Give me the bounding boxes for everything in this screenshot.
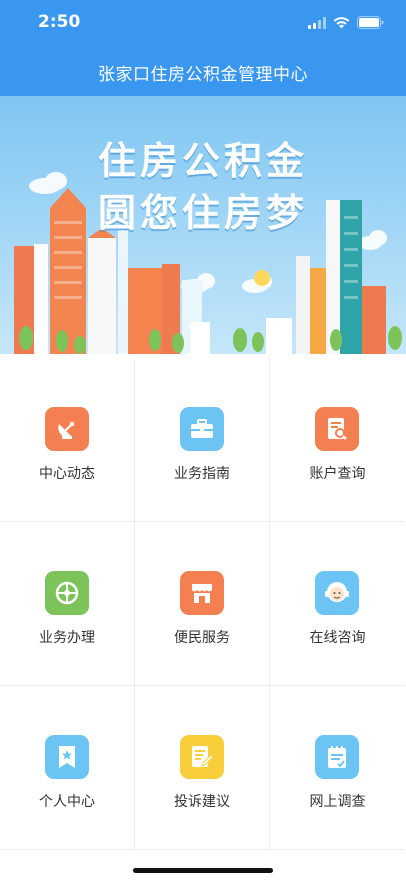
survey-notepad-icon [315, 735, 359, 779]
menu-item-label: 账户查询 [309, 466, 366, 482]
menu-item-label: 中心动态 [39, 466, 95, 482]
service-menu-grid: 中心动态 业务指南 账户查询 业务办理 便民服务 在线咨询 个人中心 投诉建议 … [0, 358, 406, 850]
banner-slogan-line1: 住房公积金 [97, 139, 308, 183]
bookmark-star-icon [45, 735, 89, 779]
menu-item-business-handling[interactable]: 业务办理 [0, 522, 135, 686]
banner-image: 住房公积金 圆您住房梦 [0, 96, 406, 358]
menu-item-label: 便民服务 [174, 630, 230, 646]
menu-item-online-survey[interactable]: 网上调查 [270, 686, 405, 850]
document-search-icon [315, 407, 359, 451]
menu-item-label: 个人中心 [39, 794, 95, 810]
menu-item-label: 业务指南 [174, 466, 230, 482]
shop-icon [180, 571, 224, 615]
menu-item-convenience-service[interactable]: 便民服务 [135, 522, 270, 686]
banner-slogan-line2: 圆您住房梦 [97, 191, 308, 235]
menu-item-personal-center[interactable]: 个人中心 [0, 686, 135, 850]
signal-icon [308, 14, 326, 33]
menu-item-online-consulting[interactable]: 在线咨询 [270, 522, 405, 686]
satellite-dish-icon [45, 407, 89, 451]
menu-item-label: 投诉建议 [174, 794, 230, 810]
status-time: 2:50 [38, 12, 81, 32]
menu-item-label: 网上调查 [309, 794, 366, 810]
menu-item-account-query[interactable]: 账户查询 [270, 358, 405, 522]
home-indicator[interactable] [133, 868, 273, 873]
compass-icon [45, 571, 89, 615]
page-title: 张家口住房公积金管理中心 [98, 65, 308, 85]
app-header: 2:50 张家口住房公积金管理中心 [0, 0, 406, 96]
status-bar: 2:50 [0, 0, 406, 44]
menu-item-business-guide[interactable]: 业务指南 [135, 358, 270, 522]
menu-item-label: 在线咨询 [309, 630, 366, 646]
briefcase-icon [180, 407, 224, 451]
status-icons [308, 14, 384, 33]
edit-document-icon [180, 735, 224, 779]
customer-service-icon [315, 571, 359, 615]
menu-item-label: 业务办理 [39, 630, 95, 646]
wifi-icon [333, 14, 350, 33]
menu-item-complaint-suggestion[interactable]: 投诉建议 [135, 686, 270, 850]
menu-item-center-news[interactable]: 中心动态 [0, 358, 135, 522]
battery-icon [357, 14, 384, 33]
